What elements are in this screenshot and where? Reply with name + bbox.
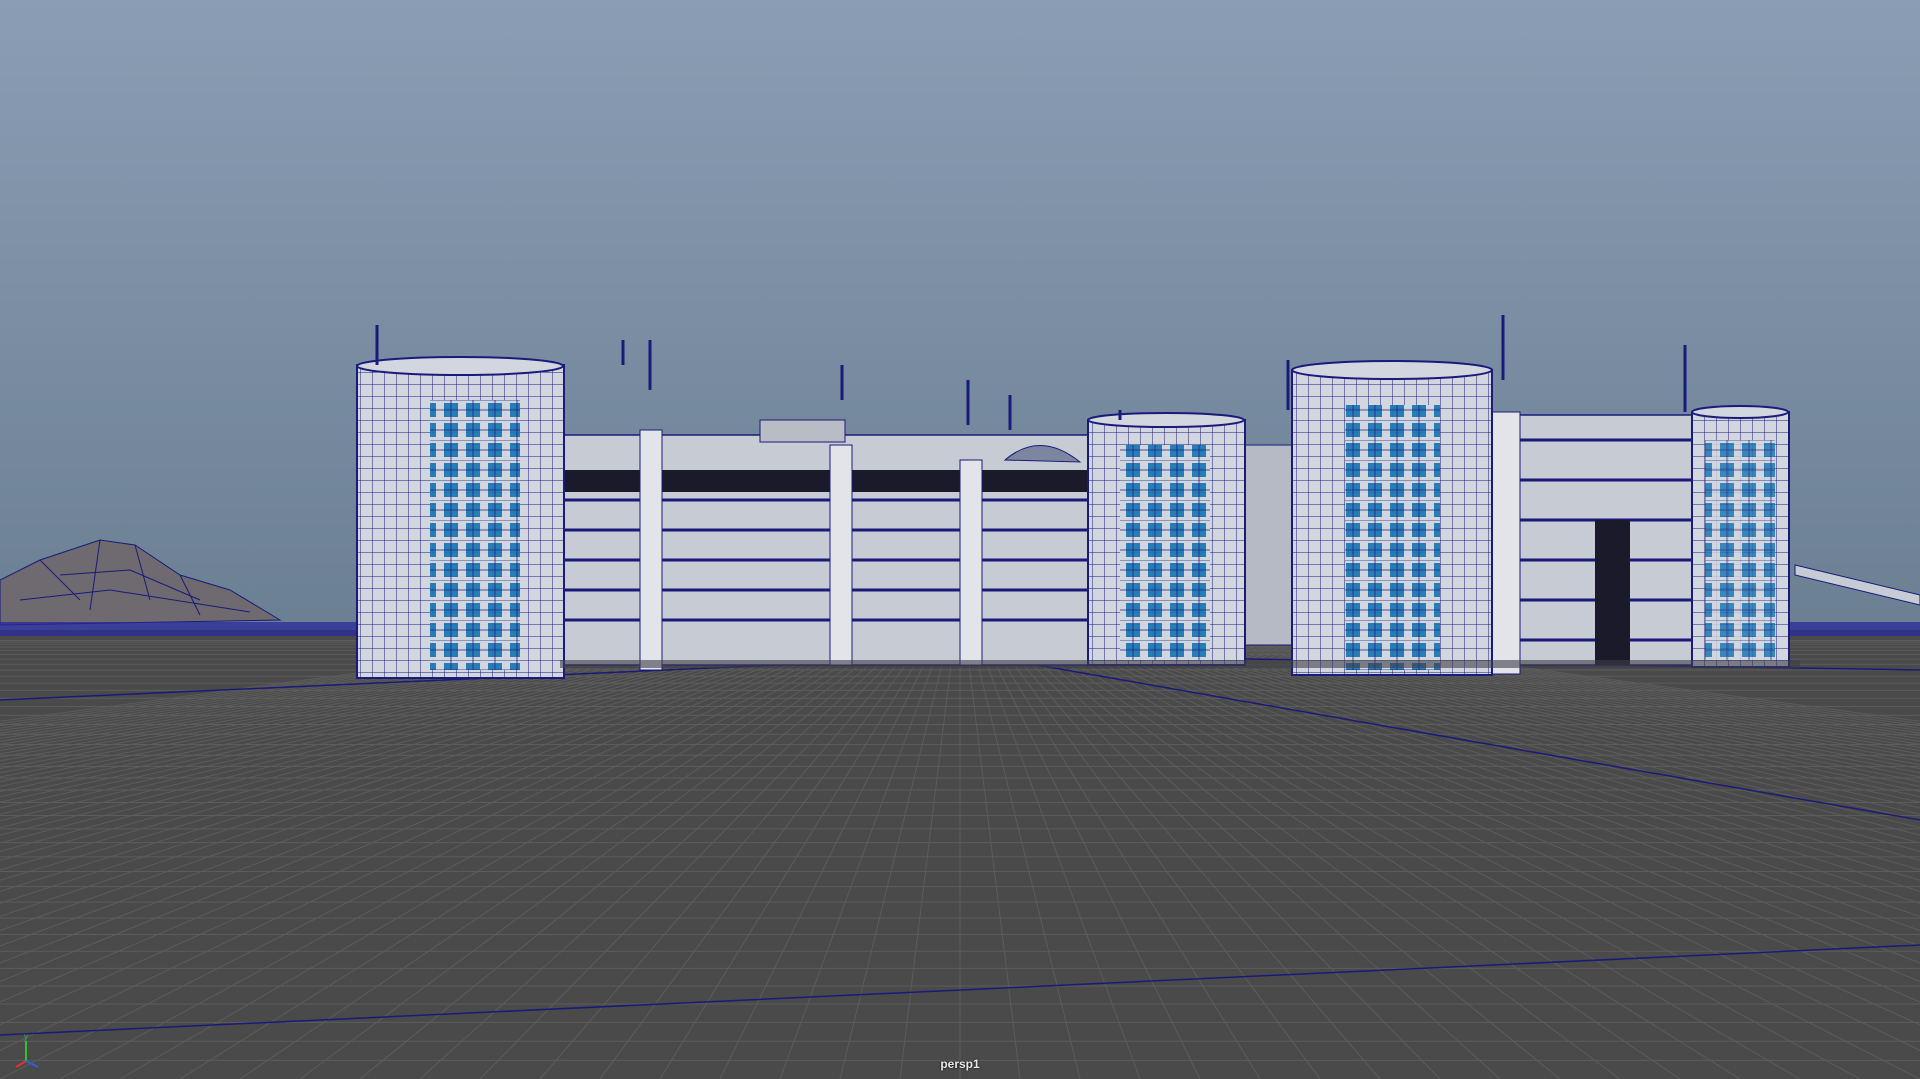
- y-axis-label: y: [24, 1032, 28, 1041]
- cylinder-tower-1: [356, 325, 565, 679]
- ground-base-shadow: [560, 660, 1800, 668]
- cylinder-tower-3: [1291, 315, 1505, 676]
- 3d-scene-wireframe[interactable]: [0, 0, 1920, 1079]
- camera-name-label: persp1: [940, 1057, 980, 1071]
- left-parking-structure: [559, 419, 1091, 671]
- cylinder-tower-2: [1087, 412, 1246, 666]
- maya-perspective-viewport[interactable]: y persp1: [0, 0, 1920, 1079]
